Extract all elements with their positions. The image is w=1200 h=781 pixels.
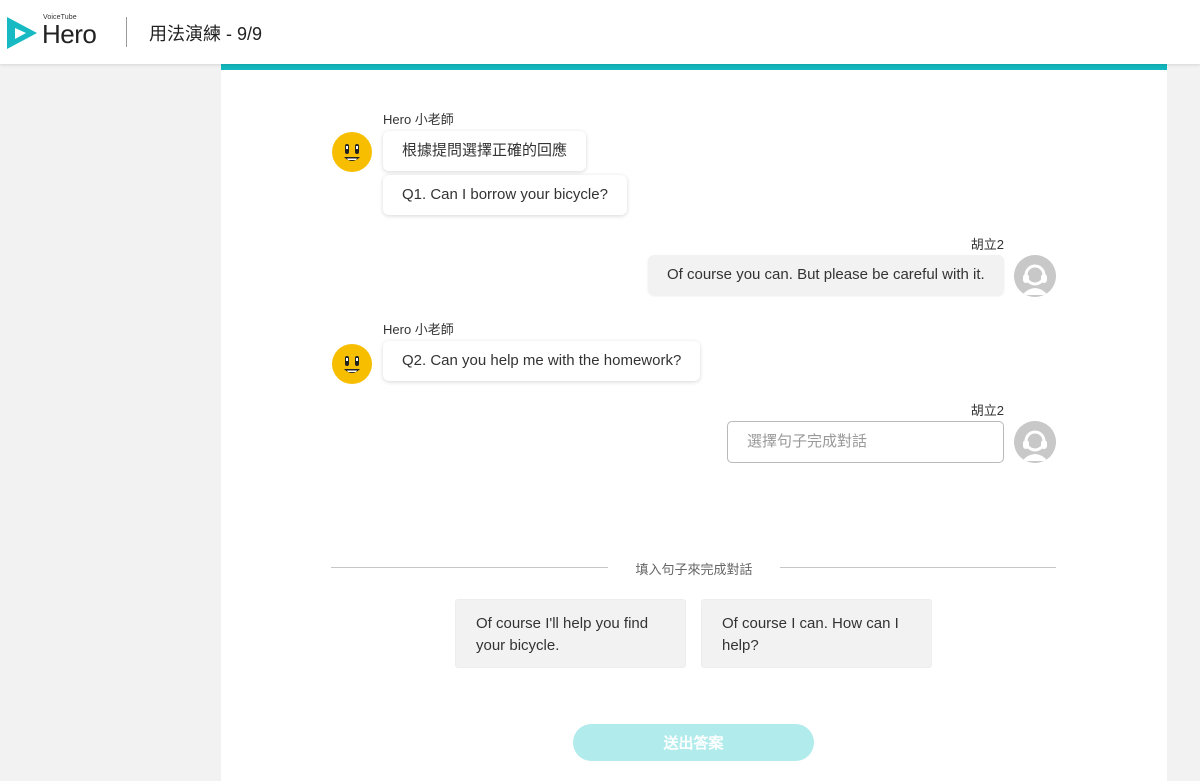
bot-instruction-bubble: 根據提問選擇正確的回應 [383,131,587,171]
page-title: 用法演練 - 9/9 [149,24,263,44]
answer-option-1[interactable]: Of course I'll help you find your bicycl… [455,599,686,668]
play-logo-icon [7,17,37,49]
user-avatar-icon [1014,255,1056,297]
bot-question-bubble-2: Q2. Can you help me with the homework? [383,341,701,381]
top-bar: VoiceTube Hero 用法演練 - 9/9 [0,0,1200,64]
user-sender-name: 胡立2 [970,237,1004,252]
bot-question-bubble-1: Q1. Can I borrow your bicycle? [383,175,627,215]
hint-divider-left [331,567,608,568]
voicetube-hero-logo[interactable]: VoiceTube Hero [6,14,106,52]
user-reply-bubble: Of course you can. But please be careful… [648,255,1004,295]
header-divider [126,17,127,47]
logo-brand-word: Hero [42,19,97,49]
bot-avatar-icon [332,132,372,172]
practice-panel: Hero 小老師 根據提問選擇正確的回應 Q1. Can I borrow yo… [221,64,1167,781]
user-sender-name: 胡立2 [970,403,1004,418]
answer-option-2[interactable]: Of course I can. How can I help? [701,599,932,668]
user-avatar-icon [1014,421,1056,463]
hint-label: 填入句子來完成對話 [635,562,753,577]
bot-avatar-icon [332,344,372,384]
bot-sender-name: Hero 小老師 [383,322,454,337]
submit-answer-button[interactable]: 送出答案 [573,724,814,761]
hint-divider-right [780,567,1056,568]
panel-accent-bar [221,64,1167,70]
bot-sender-name: Hero 小老師 [383,112,454,127]
answer-input-field[interactable]: 選擇句子完成對話 [727,421,1004,463]
